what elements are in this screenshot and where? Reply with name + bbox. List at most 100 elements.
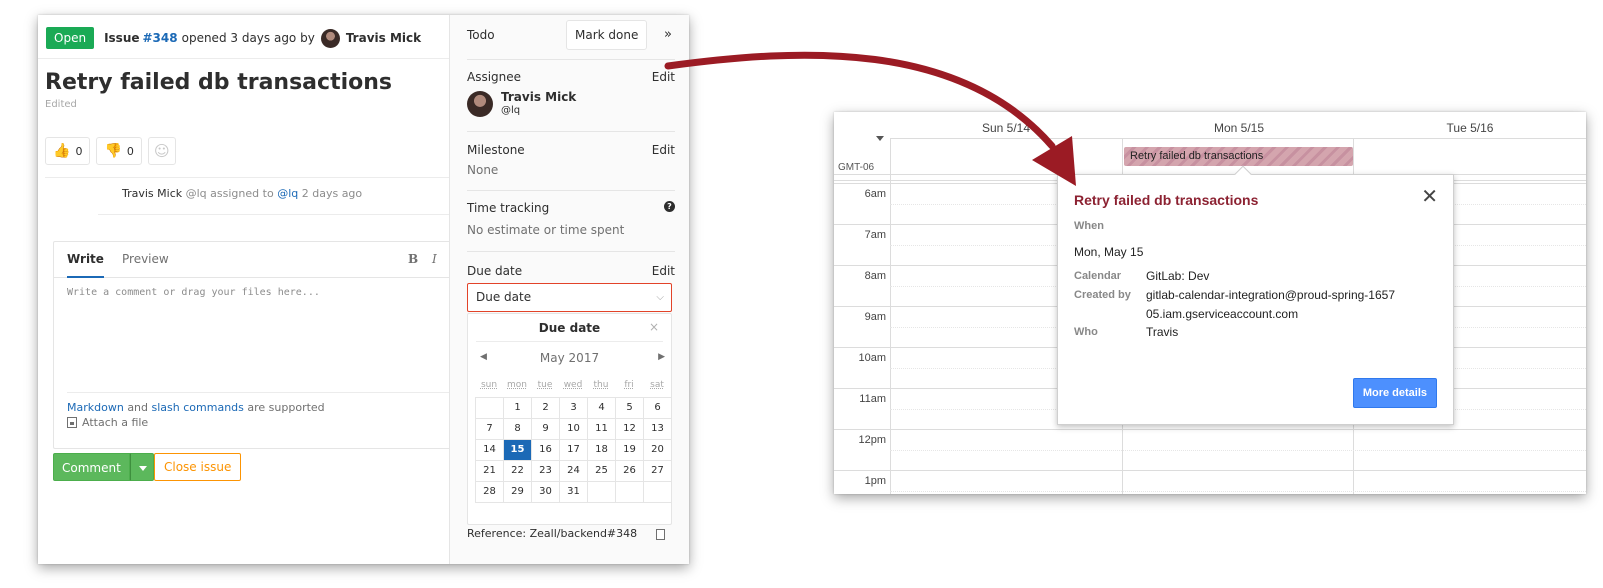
calendar-day[interactable]: 27 [644,461,672,482]
calendar-day[interactable]: 21 [476,461,504,482]
day-header-mon[interactable]: Mon 5/15 [1123,121,1355,135]
calendar-day[interactable]: 30 [532,482,560,503]
calendar-empty-cell [476,398,504,419]
calendar-day[interactable]: 29 [504,482,532,503]
allday-event[interactable]: Retry failed db transactions [1124,147,1353,166]
due-date-edit-link[interactable]: Edit [652,264,675,278]
calendar-day[interactable]: 9 [532,419,560,440]
thumbs-down-button[interactable]: 👎 0 [96,137,142,165]
due-date-input-label: Due date [476,290,532,304]
divider [467,251,675,252]
calendar-day[interactable]: 4 [588,398,616,419]
assignee-edit-link[interactable]: Edit [652,70,675,84]
comment-button[interactable]: Comment [53,453,130,481]
attach-file-button[interactable]: Attach a file [67,416,148,429]
time-tracking-label: Time tracking [467,201,550,215]
thumbs-up-button[interactable]: 👍 0 [45,137,91,165]
calendar-day[interactable]: 1 [504,398,532,419]
calendar-day[interactable]: 19 [616,440,644,461]
weekday-label: sun [480,380,498,390]
assignee-avatar[interactable] [467,91,493,117]
datepicker-close-icon[interactable]: × [649,320,659,334]
calendar-day[interactable]: 20 [644,440,672,461]
thumbs-down-count: 0 [126,144,134,158]
milestone-edit-link[interactable]: Edit [652,143,675,157]
milestone-label: Milestone [467,143,525,157]
close-issue-button[interactable]: Close issue [154,453,242,481]
add-emoji-button[interactable]: ☺ [147,137,176,165]
more-details-button[interactable]: More details [1352,378,1437,408]
thumbs-up-icon: 👍 [53,143,71,159]
calendar-day[interactable]: 31 [560,482,588,503]
copy-icon[interactable] [653,526,665,540]
markdown-link[interactable]: Markdown [67,401,124,414]
calendar-day[interactable]: 11 [588,419,616,440]
tab-preview[interactable]: Preview [122,242,169,278]
bold-button[interactable]: B [408,252,418,266]
calendar-day[interactable]: 22 [504,461,532,482]
timezone-label: GMT-06 [838,162,875,173]
opened-text: opened 3 days ago by [181,31,315,45]
calendar-day[interactable]: 24 [560,461,588,482]
calendar-day[interactable]: 3 [560,398,588,419]
comment-dropdown-toggle[interactable] [129,453,154,481]
divider [98,214,449,215]
tab-write[interactable]: Write [67,242,104,278]
edited-label: Edited [45,99,77,110]
calendar-day[interactable]: 13 [644,419,672,440]
milestone-value: None [467,163,499,177]
calendar-day[interactable]: 15 [504,440,532,461]
calendar-day[interactable]: 16 [532,440,560,461]
issue-sidebar: Todo Mark done » Assignee Edit Travis Mi… [449,15,689,564]
calendar-empty-cell [644,482,672,503]
chevron-down-icon: ⌵ [656,292,664,303]
assignee-name[interactable]: Travis Mick [501,90,675,104]
divider [476,341,663,342]
hour-line [834,470,1586,471]
caret-down-icon[interactable] [876,136,884,141]
calendar-day[interactable]: 25 [588,461,616,482]
calendar-day[interactable]: 28 [476,482,504,503]
weekday-label: wed [563,380,583,390]
calendar-day[interactable]: 2 [532,398,560,419]
calendar-day[interactable]: 17 [560,440,588,461]
slash-commands-link[interactable]: slash commands [152,401,244,414]
calendar-day[interactable]: 7 [476,419,504,440]
calendar-day[interactable]: 12 [616,419,644,440]
calendar-day[interactable]: 26 [616,461,644,482]
comment-textarea[interactable]: Write a comment or drag your files here.… [67,287,320,298]
calendar-day[interactable]: 23 [532,461,560,482]
time-tracking-value: No estimate or time spent [467,223,625,237]
weekday-header-row: sun mon tue wed thu fri sat [475,377,671,393]
comment-split-button: Comment [53,453,154,481]
day-header-sun[interactable]: Sun 5/14 [890,121,1122,135]
italic-button[interactable]: I [432,252,437,266]
issue-number-link[interactable]: #348 [143,31,178,45]
award-emoji-bar: 👍 0 👎 0 ☺ [45,137,176,165]
month-label: May [539,351,565,365]
next-month-icon[interactable]: ▶ [658,352,665,362]
calendar-day[interactable]: 18 [588,440,616,461]
collapse-sidebar-icon[interactable]: » [664,27,672,42]
note-assignee-link[interactable]: @lq [277,187,298,200]
author-name[interactable]: Travis Mick [346,31,421,45]
calendar-day[interactable]: 14 [476,440,504,461]
header-divider [38,58,449,59]
calendar-day[interactable]: 10 [560,419,588,440]
author-avatar[interactable] [320,28,340,48]
calendar-day[interactable]: 8 [504,419,532,440]
mark-done-button[interactable]: Mark done [566,20,648,50]
calendar-day[interactable]: 5 [616,398,644,419]
year-label: 2017 [568,351,600,365]
note-author[interactable]: Travis Mick [122,187,182,200]
assignee-label: Assignee [467,70,522,84]
due-date-dropdown[interactable]: Due date ⌵ [467,283,672,312]
supported-text: are supported [247,401,325,414]
help-icon[interactable]: ? [664,201,675,212]
calendar-day[interactable]: 6 [644,398,672,419]
attach-label: Attach a file [82,416,149,429]
image-file-icon [67,417,77,428]
editor-tabs: Write Preview B I [54,242,449,278]
close-icon[interactable]: ✕ [1421,187,1438,207]
day-header-tue[interactable]: Tue 5/16 [1354,121,1586,135]
